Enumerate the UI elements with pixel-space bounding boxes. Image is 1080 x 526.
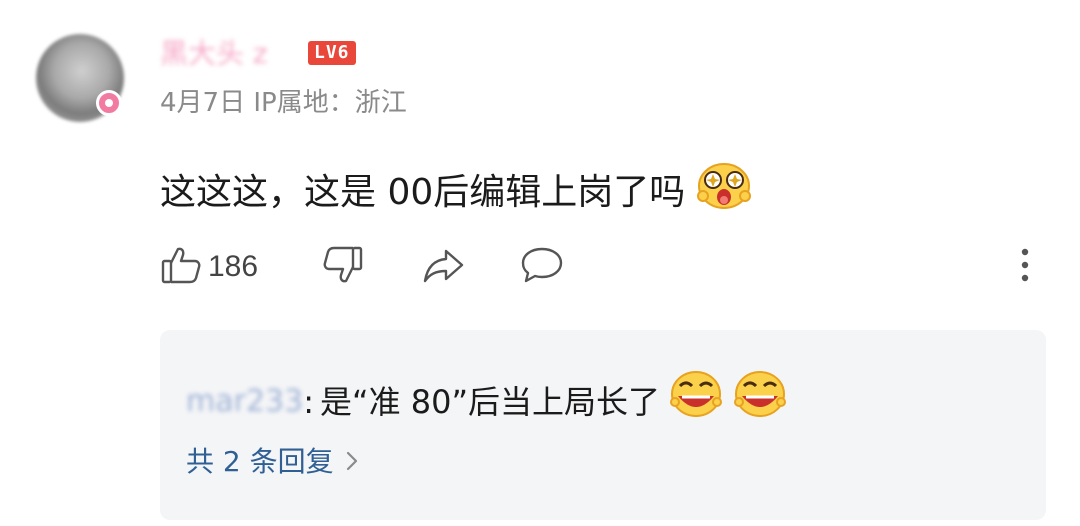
reply-text: 是“准 80”后当上局长了 (319, 382, 661, 421)
more-options-button[interactable] (1010, 243, 1040, 291)
speech-bubble-icon (520, 245, 564, 289)
comment-text-row: 这这这，这是 00后编辑上岗了吗 (160, 160, 753, 226)
comment-button[interactable] (520, 243, 564, 291)
view-replies-link[interactable]: 共 2 条回复 (186, 442, 358, 482)
reply-line: mar233 : 是“准 80”后当上局长了 (186, 368, 788, 435)
like-count: 186 (208, 250, 259, 283)
comment-text: 这这这，这是 00后编辑上岗了吗 (160, 172, 686, 213)
level-badge: LV6 (308, 41, 356, 65)
more-vertical-icon (1020, 247, 1030, 287)
thumbs-up-icon (160, 245, 202, 289)
reply-count-label: 共 2 条回复 (186, 445, 334, 478)
laughing-emoji-icon (732, 368, 788, 435)
star-eyes-emoji-icon (695, 160, 753, 226)
dislike-button[interactable] (322, 243, 364, 291)
comment-meta: 4月7日 IP属地：浙江 (160, 86, 407, 120)
avatar-badge (96, 90, 122, 116)
chevron-right-icon (346, 442, 358, 482)
thumbs-down-icon (322, 245, 364, 289)
like-button[interactable]: 186 (160, 243, 258, 291)
comment-ip-location: IP属地：浙江 (253, 88, 407, 118)
action-bar: 186 (160, 243, 1040, 291)
share-button[interactable] (422, 243, 466, 291)
share-arrow-icon (422, 245, 466, 289)
reply-username[interactable]: mar233 (186, 376, 303, 428)
comment-username[interactable]: 黑大头 z (160, 36, 268, 72)
comment-date: 4月7日 (160, 88, 246, 118)
reply-colon: : (303, 382, 314, 421)
laughing-emoji-icon (668, 368, 724, 435)
reply-preview[interactable]: mar233 : 是“准 80”后当上局长了 共 2 条回复 (160, 330, 1046, 520)
